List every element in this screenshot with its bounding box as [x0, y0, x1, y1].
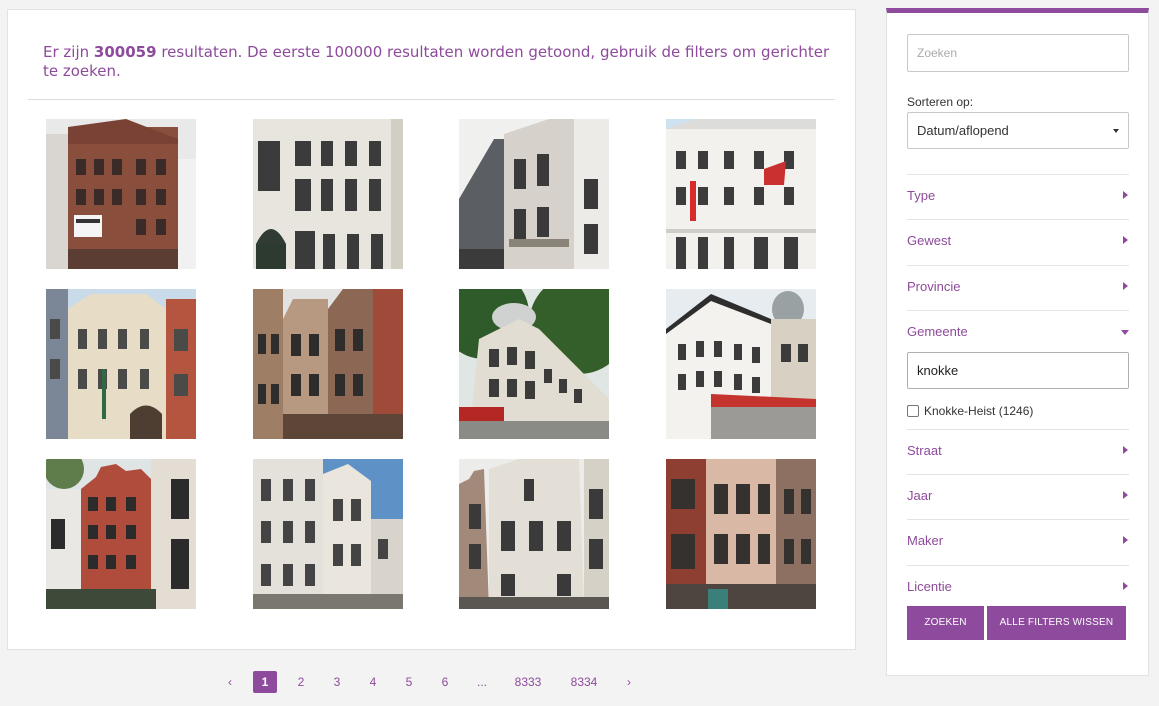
pagination-page-8334[interactable]: 8334 [566, 671, 602, 693]
result-image[interactable] [46, 289, 196, 439]
chevron-right-icon [1123, 536, 1128, 544]
divider [28, 99, 835, 100]
facet-label: Jaar [907, 488, 933, 503]
results-panel: Er zijn 300059 resultaten. De eerste 100… [7, 9, 856, 650]
gemeente-filter-input[interactable] [907, 352, 1129, 389]
pagination-page-6[interactable]: 6 [433, 671, 457, 693]
chevron-right-icon [1123, 191, 1128, 199]
facet-label: Licentie [907, 579, 952, 594]
sort-select-value: Datum/aflopend [917, 123, 1009, 138]
facet-label: Straat [907, 443, 942, 458]
pagination-page-2[interactable]: 2 [289, 671, 313, 693]
result-image[interactable] [459, 119, 609, 269]
checkbox[interactable] [907, 405, 919, 417]
result-image[interactable] [253, 119, 403, 269]
facet-gewest[interactable]: Gewest [907, 219, 1129, 264]
result-image[interactable] [459, 459, 609, 609]
facet-label: Gewest [907, 233, 952, 248]
chevron-right-icon [1123, 582, 1128, 590]
caret-down-icon [1113, 129, 1119, 133]
pagination: ‹ 1 2 3 4 5 6 ... 8333 8334 › [218, 670, 641, 694]
result-image[interactable] [666, 289, 816, 439]
facet-provincie[interactable]: Provincie [907, 265, 1129, 310]
result-image[interactable] [459, 289, 609, 439]
facet-gemeente[interactable]: Gemeente [907, 310, 1129, 355]
pagination-page-4[interactable]: 4 [361, 671, 385, 693]
chevron-right-icon [1123, 446, 1128, 454]
sort-label: Sorteren op: [907, 95, 974, 109]
pagination-page-8333[interactable]: 8333 [510, 671, 546, 693]
facet-label: Provincie [907, 279, 961, 294]
search-button[interactable]: Zoeken [907, 606, 984, 640]
result-image[interactable] [666, 119, 816, 269]
facet-type[interactable]: Type [907, 174, 1129, 219]
facet-straat[interactable]: Straat [907, 429, 1129, 474]
facet-jaar[interactable]: Jaar [907, 474, 1129, 519]
result-image[interactable] [666, 459, 816, 609]
search-input[interactable] [907, 34, 1129, 72]
gemeente-option-label: Knokke-Heist (1246) [924, 404, 1034, 418]
pagination-page-5[interactable]: 5 [397, 671, 421, 693]
chevron-right-icon [1123, 282, 1128, 290]
facet-licentie[interactable]: Licentie [907, 565, 1129, 610]
clear-filters-button[interactable]: Alle filters wissen [987, 606, 1126, 640]
result-image[interactable] [46, 119, 196, 269]
pagination-prev[interactable]: ‹ [218, 671, 242, 693]
pagination-page-1[interactable]: 1 [253, 671, 277, 693]
gemeente-option-knokke-heist[interactable]: Knokke-Heist (1246) [907, 404, 1033, 418]
results-suffix: resultaten. De eerste 100000 resultaten … [43, 43, 830, 80]
filter-panel: Sorteren op: Datum/aflopend Type Gewest … [886, 8, 1149, 676]
facet-maker[interactable]: Maker [907, 519, 1129, 564]
pagination-next[interactable]: › [617, 671, 641, 693]
facet-label: Gemeente [907, 324, 968, 339]
results-count: 300059 [93, 43, 157, 61]
chevron-right-icon [1123, 236, 1128, 244]
pagination-ellipsis: ... [476, 675, 487, 689]
results-summary: Er zijn 300059 resultaten. De eerste 100… [43, 43, 843, 81]
result-image[interactable] [253, 459, 403, 609]
facet-label: Maker [907, 533, 944, 548]
result-image[interactable] [253, 289, 403, 439]
results-prefix: Er zijn [43, 43, 90, 61]
sort-select[interactable]: Datum/aflopend [907, 112, 1129, 149]
pagination-page-3[interactable]: 3 [325, 671, 349, 693]
chevron-down-icon [1121, 330, 1129, 335]
result-image[interactable] [46, 459, 196, 609]
facet-label: Type [907, 188, 936, 203]
chevron-right-icon [1123, 491, 1128, 499]
